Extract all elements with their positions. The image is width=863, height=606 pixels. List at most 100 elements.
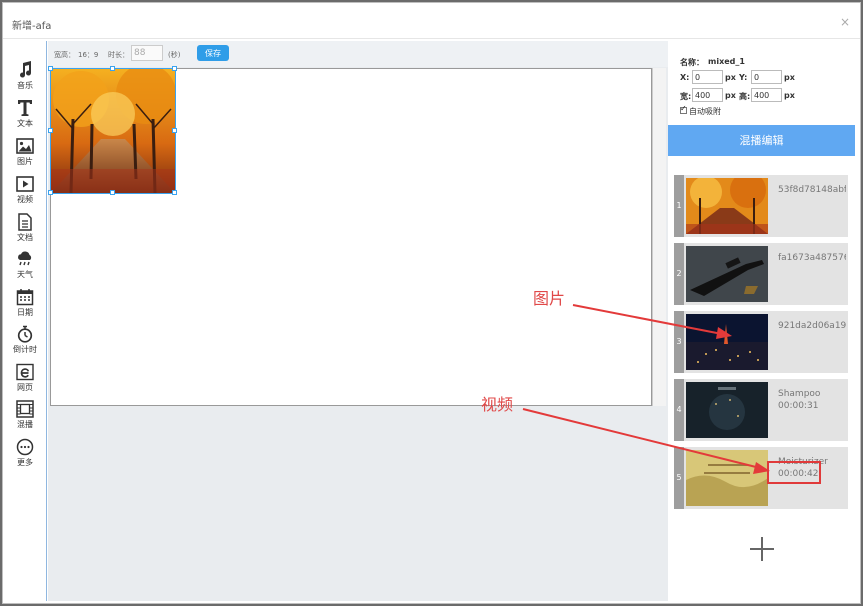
more-dots-icon — [16, 438, 34, 456]
x-unit: px — [725, 73, 736, 82]
resize-handle[interactable] — [110, 66, 115, 71]
y-unit: px — [784, 73, 795, 82]
tool-label: 更多 — [17, 458, 33, 467]
tool-more[interactable]: 更多 — [3, 436, 47, 472]
media-item[interactable]: 1 53f8d78148abf... — [674, 175, 848, 237]
browser-e-icon — [16, 363, 34, 381]
y-input[interactable] — [751, 70, 782, 84]
width-label: 宽: — [680, 92, 692, 101]
tool-label: 音乐 — [17, 81, 33, 90]
editor-toolbar: 宽高： 16：9 时长： (秒) 保存 — [48, 41, 668, 67]
city-night-thumbnail — [686, 314, 768, 370]
dark-video-thumbnail — [686, 382, 768, 438]
tool-date[interactable]: 日期 — [3, 286, 47, 322]
title-bar: 新增-afa × — [3, 3, 860, 39]
ratio-value: 16：9 — [78, 51, 99, 59]
media-name: 53f8d78148abf... — [778, 185, 846, 195]
tool-text[interactable]: 文本 — [3, 97, 47, 133]
duration-label: 时长： — [108, 51, 129, 59]
tool-label: 文本 — [17, 119, 33, 128]
x-label: X: — [680, 73, 690, 82]
tool-label: 文档 — [17, 233, 33, 242]
annotation-image-label: 图片 — [533, 289, 566, 308]
video-play-icon — [16, 176, 34, 192]
close-icon[interactable]: × — [840, 15, 850, 29]
tool-label: 天气 — [17, 270, 33, 279]
resize-handle[interactable] — [48, 128, 53, 133]
autumn-trees-image — [51, 64, 176, 194]
media-name: 921da2d06a19... — [778, 321, 846, 331]
tool-music[interactable]: 音乐 — [3, 59, 47, 95]
resize-handle[interactable] — [48, 66, 53, 71]
yellow-video-thumbnail — [686, 450, 768, 506]
width-unit: px — [725, 91, 736, 100]
text-t-icon — [18, 100, 32, 116]
media-index: 4 — [674, 379, 684, 441]
media-index: 1 — [674, 175, 684, 237]
media-name: fa1673a487576... — [778, 253, 846, 263]
image-icon — [16, 138, 34, 154]
calendar-icon — [16, 289, 34, 306]
height-label: 高: — [739, 92, 751, 101]
highlight-box — [767, 461, 821, 484]
tool-label: 混播 — [17, 420, 33, 429]
duration-unit: (秒) — [168, 51, 181, 59]
auto-snap-label: 自动吸附 — [689, 107, 721, 116]
media-index: 2 — [674, 243, 684, 305]
tool-document[interactable]: 文档 — [3, 211, 47, 247]
tool-label: 网页 — [17, 383, 33, 392]
tool-countdown[interactable]: 倒计时 — [3, 323, 47, 359]
selected-mixed-widget[interactable] — [48, 64, 177, 195]
media-index: 3 — [674, 311, 684, 373]
rifle-thumbnail — [686, 246, 768, 302]
tool-mixed[interactable]: 混播 — [3, 398, 47, 434]
duration-input[interactable] — [131, 45, 163, 61]
add-media-icon[interactable] — [748, 535, 776, 563]
widget-toolbox: 音乐 文本 图片 视频 文档 天气 日期 倒计时 网页 混播 更多 — [3, 41, 47, 601]
film-frames-icon — [16, 400, 34, 418]
width-input[interactable] — [692, 88, 723, 102]
annotation-video-label: 视频 — [481, 395, 514, 414]
height-unit: px — [784, 91, 795, 100]
tool-label: 日期 — [17, 308, 33, 317]
media-name: Shampoo — [778, 389, 821, 399]
stopwatch-icon — [17, 325, 33, 343]
x-input[interactable] — [692, 70, 723, 84]
resize-handle[interactable] — [110, 190, 115, 195]
editor-area: 宽高： 16：9 时长： (秒) 保存 — [48, 41, 668, 601]
editor-dialog: 新增-afa × 音乐 文本 图片 视频 文档 天气 日期 倒计时 网页 混播 … — [2, 2, 861, 604]
autumn-thumbnail — [686, 178, 768, 234]
tool-weather[interactable]: 天气 — [3, 248, 47, 284]
mix-edit-button[interactable]: 混播编辑 — [668, 125, 855, 156]
auto-snap-checkbox[interactable] — [680, 104, 687, 114]
media-item[interactable]: 2 fa1673a487576... — [674, 243, 848, 305]
tool-webpage[interactable]: 网页 — [3, 361, 47, 397]
save-button[interactable]: 保存 — [197, 45, 229, 61]
dialog-title: 新增-afa — [12, 21, 52, 32]
music-note-icon — [20, 61, 32, 78]
name-value: mixed_1 — [708, 57, 745, 66]
resize-handle[interactable] — [172, 128, 177, 133]
media-item[interactable]: 4 Shampoo 00:00:31 — [674, 379, 848, 441]
resize-handle[interactable] — [48, 190, 53, 195]
weather-cloud-icon — [18, 251, 32, 266]
canvas-scrollbar[interactable] — [652, 68, 666, 406]
tool-image[interactable]: 图片 — [3, 135, 47, 171]
media-duration: 00:00:31 — [778, 401, 819, 411]
height-input[interactable] — [751, 88, 782, 102]
tool-label: 倒计时 — [13, 345, 37, 354]
tool-label: 视频 — [17, 195, 33, 204]
tool-label: 图片 — [17, 157, 33, 166]
document-icon — [18, 213, 32, 231]
name-label: 名称： — [680, 58, 704, 67]
y-label: Y: — [739, 73, 748, 82]
media-index: 5 — [674, 447, 684, 509]
design-canvas[interactable] — [48, 64, 652, 406]
media-item[interactable]: 3 921da2d06a19... — [674, 311, 848, 373]
media-item[interactable]: 5 Moisturizer 00:00:42 — [674, 447, 848, 509]
resize-handle[interactable] — [172, 190, 177, 195]
tool-video[interactable]: 视频 — [3, 173, 47, 209]
ratio-label: 宽高： — [54, 51, 75, 59]
properties-panel: 名称： mixed_1 X: px Y: px 宽: px 高: px 自动吸附… — [668, 41, 860, 601]
resize-handle[interactable] — [172, 66, 177, 71]
